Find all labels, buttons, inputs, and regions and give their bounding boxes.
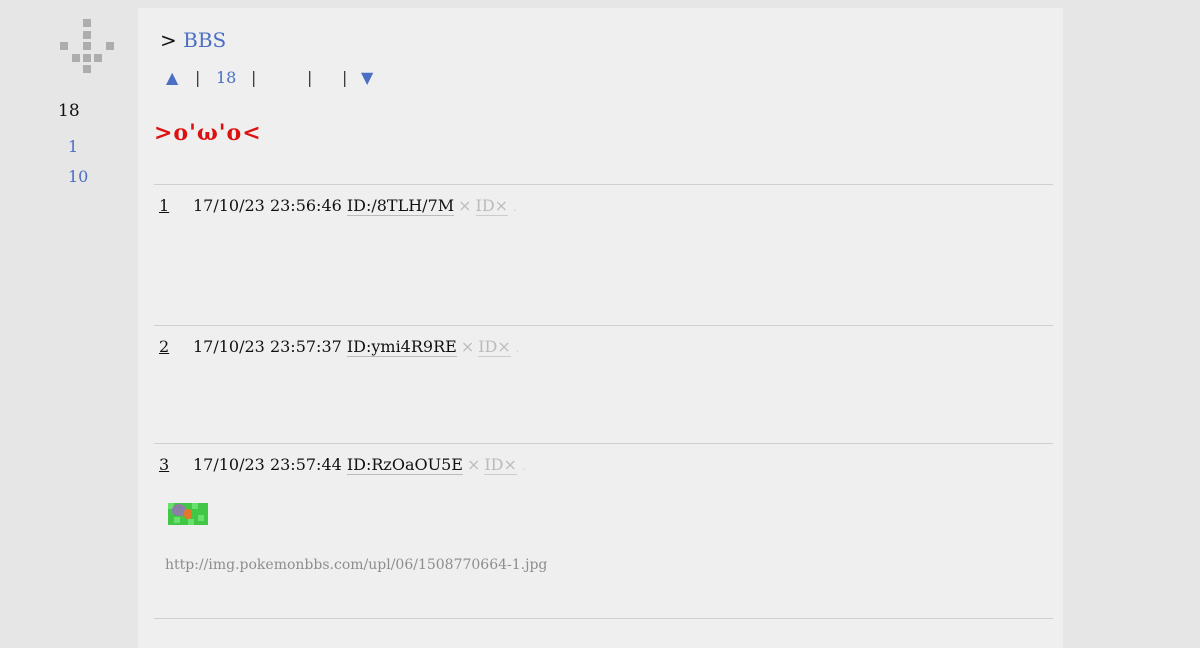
post-date: 17/10/23 23:56:46 [193,196,342,215]
nav-count-link[interactable]: 18 [216,68,236,87]
ng-button[interactable]: × [461,337,474,356]
nav-separator: | [195,68,201,87]
post-image-thumbnail[interactable] [168,503,208,525]
post-number[interactable]: 3 [159,455,183,474]
post-image-url-link[interactable]: http://img.pokemonbbs.com/upl/06/1508770… [165,557,547,573]
ng-id-button[interactable]: ID× [478,337,511,357]
post-id[interactable]: ID:ymi4R9RE [346,337,457,357]
site-logo-icon[interactable] [58,18,118,76]
post-dot: . [513,203,517,214]
sidebar-link-10[interactable]: 10 [68,167,88,186]
scroll-up-icon[interactable]: ▲ [166,68,178,87]
nav-separator: | [307,68,313,87]
ng-id-button[interactable]: ID× [484,455,517,475]
post-divider [154,443,1053,444]
post-id[interactable]: ID:/8TLH/7M [346,196,455,216]
main-panel: > BBS ▲ | 18 | | | ▼ >o'ω'o< 1 17/10/23 2… [138,8,1063,648]
post-number[interactable]: 2 [159,337,183,356]
post-divider [154,618,1053,619]
sidebar-count: 18 [58,101,80,121]
post-header: 3 17/10/23 23:57:44 ID:RzOaOU5E × ID× . [159,455,526,475]
post-date: 17/10/23 23:57:37 [193,337,342,356]
ng-id-button[interactable]: ID× [475,196,509,216]
breadcrumb: > BBS [160,28,226,52]
nav-separator: | [251,68,257,87]
thread-title: >o'ω'o< [154,120,262,146]
nav-separator: | [342,68,348,87]
post-divider [154,184,1053,185]
post-header: 2 17/10/23 23:57:37 ID:ymi4R9RE × ID× . [159,337,520,357]
post-number[interactable]: 1 [159,196,183,215]
breadcrumb-board-link[interactable]: BBS [183,28,226,52]
post-dot: . [515,344,520,355]
ng-button[interactable]: × [458,196,471,215]
sidebar: 18 1 10 [0,0,138,630]
post-divider [154,325,1053,326]
post-dot: . [522,462,526,473]
scroll-down-icon[interactable]: ▼ [361,68,373,87]
post-header: 1 17/10/23 23:56:46 ID:/8TLH/7M × ID× . [159,196,517,216]
post-date: 17/10/23 23:57:44 [193,455,342,474]
sidebar-link-1[interactable]: 1 [68,137,78,156]
breadcrumb-prefix: > [160,28,177,52]
post-id[interactable]: ID:RzOaOU5E [346,455,463,475]
ng-button[interactable]: × [467,455,480,474]
